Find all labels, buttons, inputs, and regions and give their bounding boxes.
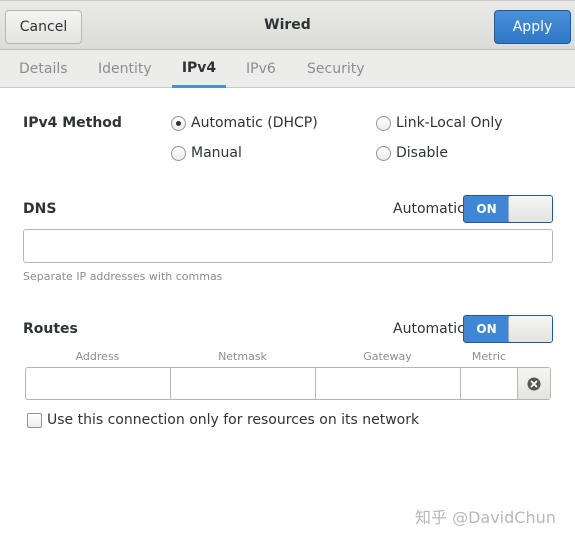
dns-automatic-label: Automatic: [393, 201, 465, 217]
radio-manual-label: Manual: [191, 145, 242, 161]
radio-link-local-only[interactable]: Link-Local Only: [376, 115, 503, 131]
route-address-input[interactable]: [26, 368, 171, 399]
tab-security[interactable]: Security: [307, 50, 365, 88]
dns-automatic-switch[interactable]: ON: [463, 195, 553, 223]
routes-label: Routes: [23, 321, 78, 337]
tab-ipv4[interactable]: IPv4: [172, 50, 226, 88]
route-metric-input[interactable]: [461, 368, 518, 399]
radio-unchecked-icon: [376, 145, 391, 161]
tab-details[interactable]: Details: [19, 50, 68, 88]
clear-icon: [527, 377, 541, 390]
routes-automatic-label: Automatic: [393, 321, 465, 337]
apply-button[interactable]: Apply: [494, 10, 571, 44]
radio-checked-icon: [171, 115, 186, 131]
watermark: 知乎 @DavidChun: [415, 508, 556, 527]
delete-route-button[interactable]: [518, 368, 550, 399]
radio-unchecked-icon: [376, 115, 391, 131]
route-row: [25, 367, 551, 400]
column-header-gateway: Gateway: [363, 350, 412, 363]
tab-bar: Details Identity IPv4 IPv6 Security: [0, 50, 575, 88]
checkbox-unchecked-icon: [27, 412, 42, 428]
radio-automatic-dhcp[interactable]: Automatic (DHCP): [171, 115, 318, 131]
column-header-netmask: Netmask: [218, 350, 267, 363]
radio-automatic-dhcp-label: Automatic (DHCP): [191, 115, 318, 131]
header-bar: Cancel Wired Apply: [0, 0, 575, 50]
dns-switch-state: ON: [476, 202, 497, 216]
route-gateway-input[interactable]: [316, 368, 461, 399]
routes-automatic-switch[interactable]: ON: [463, 315, 553, 343]
routes-switch-state: ON: [476, 322, 497, 336]
ipv4-method-label: IPv4 Method: [23, 115, 122, 131]
route-netmask-input[interactable]: [171, 368, 316, 399]
tab-ipv6[interactable]: IPv6: [246, 50, 276, 88]
dialog-title: Wired: [264, 17, 311, 33]
dns-label: DNS: [23, 201, 57, 217]
switch-knob: [508, 316, 552, 342]
tab-identity[interactable]: Identity: [98, 50, 152, 88]
radio-disable[interactable]: Disable: [376, 145, 448, 161]
only-resources-label: Use this connection only for resources o…: [47, 412, 420, 428]
dns-hint: Separate IP addresses with commas: [23, 270, 223, 283]
dns-input[interactable]: [23, 229, 553, 263]
radio-link-local-only-label: Link-Local Only: [396, 115, 503, 131]
radio-manual[interactable]: Manual: [171, 145, 242, 161]
radio-disable-label: Disable: [396, 145, 448, 161]
radio-unchecked-icon: [171, 145, 186, 161]
column-header-metric: Metric: [471, 350, 507, 363]
switch-knob: [508, 196, 552, 222]
only-resources-checkbox[interactable]: Use this connection only for resources o…: [27, 412, 419, 428]
column-header-address: Address: [75, 350, 120, 363]
